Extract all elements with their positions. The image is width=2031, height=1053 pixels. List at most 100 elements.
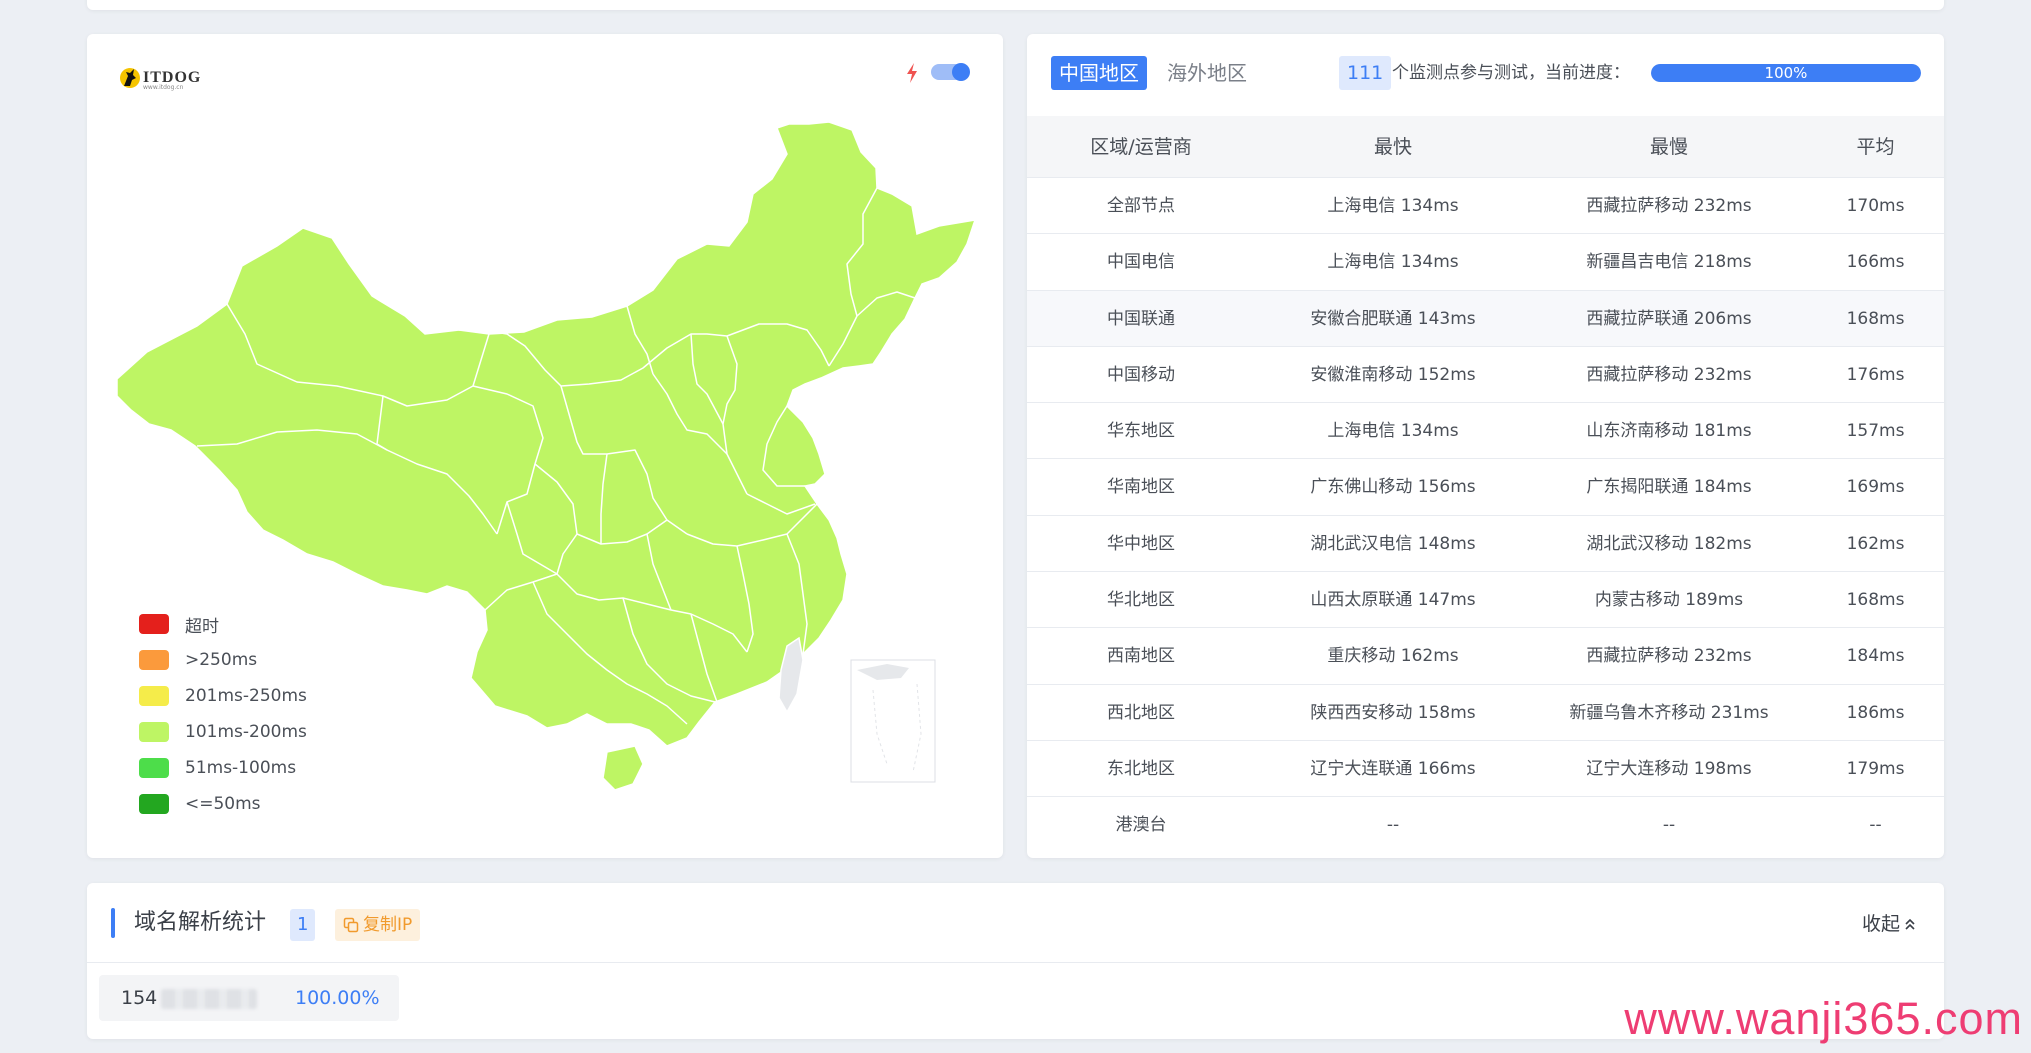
cell-fastest: 重庆移动 162ms xyxy=(1327,646,1459,667)
table-row[interactable]: 全部节点 上海电信 134ms 西藏拉萨移动 232ms 170ms xyxy=(1027,178,1944,235)
legend-swatch xyxy=(139,758,169,778)
legend-label: 51ms-100ms xyxy=(185,758,297,778)
table-row[interactable]: 东北地区 辽宁大连联通 166ms 辽宁大连移动 198ms 179ms xyxy=(1027,741,1944,798)
cell-fastest: 安徽合肥联通 143ms xyxy=(1310,308,1476,329)
section-accent-bar xyxy=(111,908,115,938)
table-row[interactable]: 中国联通 安徽合肥联通 143ms 西藏拉萨联通 206ms 168ms xyxy=(1027,290,1944,347)
table-body: 全部节点 上海电信 134ms 西藏拉萨移动 232ms 170ms 中国电信 上海电信 … xyxy=(1027,178,1944,854)
progress-bar: 100% xyxy=(1651,64,1921,82)
copy-ip-button[interactable]: 复制IP xyxy=(335,909,421,941)
table-row[interactable]: 中国移动 安徽淮南移动 152ms 西藏拉萨移动 232ms 176ms xyxy=(1027,347,1944,404)
legend-item[interactable]: 101ms-200ms xyxy=(139,714,307,750)
legend-item[interactable]: 超时 xyxy=(139,606,307,642)
top-card-edge xyxy=(87,0,1944,10)
node-progress-text: 个监测点参与测试，当前进度： xyxy=(1392,63,1630,83)
tab-overseas-region[interactable]: 海外地区 xyxy=(1159,56,1255,90)
cell-slowest: 新疆昌吉电信 218ms xyxy=(1586,252,1752,273)
header-fastest: 最快 xyxy=(1373,136,1412,158)
cell-average: 170ms xyxy=(1846,196,1905,216)
cell-region: 中国电信 xyxy=(1107,252,1175,273)
cell-average: -- xyxy=(1869,815,1882,836)
dog-logo-icon xyxy=(120,68,140,88)
cell-average: 162ms xyxy=(1846,533,1905,554)
cell-average: 168ms xyxy=(1846,308,1905,329)
progress-fill: 100% xyxy=(1651,64,1921,82)
cell-fastest: 湖北武汉电信 148ms xyxy=(1310,533,1476,554)
cell-slowest: 湖北武汉移动 182ms xyxy=(1586,533,1752,554)
double-chevron-up-icon xyxy=(1905,918,1915,930)
table-row[interactable]: 华北地区 山西太原联通 147ms 内蒙古移动 189ms 168ms xyxy=(1027,572,1944,629)
legend-item[interactable]: 51ms-100ms xyxy=(139,750,307,786)
table-row[interactable]: 中国电信 上海电信 134ms 新疆昌吉电信 218ms 166ms xyxy=(1027,234,1944,291)
cell-slowest: 内蒙古移动 189ms xyxy=(1594,590,1744,611)
ip-address-redacted xyxy=(161,989,257,1009)
legend-item[interactable]: <=50ms xyxy=(139,786,307,822)
collapse-label: 收起 xyxy=(1861,913,1900,935)
table-row[interactable]: 华南地区 广东佛山移动 156ms 广东揭阳联通 184ms 169ms xyxy=(1027,459,1944,516)
copy-ip-label: 复制IP xyxy=(363,915,413,935)
legend-item[interactable]: 201ms-250ms xyxy=(139,678,307,714)
cell-fastest: 上海电信 134ms xyxy=(1327,252,1459,273)
header-average: 平均 xyxy=(1856,136,1895,158)
cell-slowest: 辽宁大连移动 198ms xyxy=(1586,758,1752,779)
legend-label: >250ms xyxy=(185,650,258,670)
collapse-button[interactable]: 收起 xyxy=(1862,907,1916,941)
cell-fastest: 安徽淮南移动 152ms xyxy=(1310,364,1476,385)
legend-swatch xyxy=(139,794,169,814)
cell-region: 港澳台 xyxy=(1115,815,1167,836)
dns-header: 域名解析统计 1 复制IP 收起 xyxy=(87,883,1944,963)
hainan-region xyxy=(602,745,644,791)
cell-slowest: 西藏拉萨移动 232ms xyxy=(1586,196,1752,216)
cell-average: 169ms xyxy=(1846,477,1905,498)
cell-fastest: 陕西西安移动 158ms xyxy=(1310,702,1476,723)
dns-title: 域名解析统计 xyxy=(134,910,267,935)
stats-card: 中国地区 海外地区 111 个监测点参与测试，当前进度： 100% 区域/运营商… xyxy=(1027,34,1944,858)
toggle-knob xyxy=(952,63,970,81)
table-row[interactable]: 西北地区 陕西西安移动 158ms 新疆乌鲁木齐移动 231ms 186ms xyxy=(1027,685,1944,741)
ip-address-prefix: 154 xyxy=(121,987,158,1009)
legend-item[interactable]: >250ms xyxy=(139,642,307,678)
cell-fastest: 上海电信 134ms xyxy=(1327,196,1459,216)
itdog-logo: ITDOG www.itdog.cn xyxy=(119,66,201,91)
legend-label: 101ms-200ms xyxy=(185,722,307,742)
legend-swatch xyxy=(139,650,169,670)
table-row[interactable]: 华东地区 上海电信 134ms 山东济南移动 181ms 157ms xyxy=(1027,403,1944,460)
map-card: ITDOG www.itdog.cn 超时 >250ms 201ms-250ms 10… xyxy=(87,34,1003,858)
table-row[interactable]: 港澳台 -- -- -- xyxy=(1027,797,1944,853)
cell-slowest: 西藏拉萨联通 206ms xyxy=(1586,308,1752,329)
table-row[interactable]: 西南地区 重庆移动 162ms 西藏拉萨移动 232ms 184ms xyxy=(1027,628,1944,685)
cell-average: 166ms xyxy=(1846,252,1905,273)
cell-fastest: 上海电信 134ms xyxy=(1327,421,1459,442)
cell-slowest: 西藏拉萨移动 232ms xyxy=(1586,364,1752,385)
cell-region: 华东地区 xyxy=(1107,421,1175,442)
cell-region: 中国联通 xyxy=(1107,308,1175,329)
tab-china-region[interactable]: 中国地区 xyxy=(1051,56,1147,90)
legend-label: <=50ms xyxy=(185,794,261,814)
header-region: 区域/运营商 xyxy=(1090,136,1192,158)
cell-region: 华南地区 xyxy=(1107,477,1175,498)
cell-average: 168ms xyxy=(1846,590,1905,611)
map-animation-toggle[interactable] xyxy=(931,63,970,81)
ip-percentage: 100.00% xyxy=(295,987,380,1009)
cell-slowest: -- xyxy=(1662,815,1676,836)
legend-swatch xyxy=(139,722,169,742)
legend-swatch xyxy=(139,686,169,706)
legend-swatch xyxy=(139,614,169,634)
lightning-icon xyxy=(907,63,917,83)
dns-count-badge: 1 xyxy=(290,909,316,941)
cell-region: 西南地区 xyxy=(1107,646,1175,667)
cell-fastest: 广东佛山移动 156ms xyxy=(1310,477,1476,498)
cell-average: 186ms xyxy=(1846,702,1905,723)
cell-average: 157ms xyxy=(1846,421,1905,442)
cell-fastest: 辽宁大连联通 166ms xyxy=(1310,758,1476,779)
latency-table: 区域/运营商 最快 最慢 平均 全部节点 上海电信 134ms 西藏拉萨移动 232… xyxy=(1027,116,1944,854)
copy-icon xyxy=(343,917,359,933)
cell-slowest: 新疆乌鲁木齐移动 231ms xyxy=(1569,702,1769,723)
cell-fastest: -- xyxy=(1386,815,1400,836)
cell-region: 华北地区 xyxy=(1107,590,1175,611)
ip-result-chip[interactable]: 154 100.00% xyxy=(99,975,399,1021)
table-header: 区域/运营商 最快 最慢 平均 xyxy=(1027,116,1944,178)
cell-region: 全部节点 xyxy=(1107,196,1175,216)
table-row[interactable]: 华中地区 湖北武汉电信 148ms 湖北武汉移动 182ms 162ms xyxy=(1027,516,1944,573)
legend-label: 超时 xyxy=(185,616,219,637)
